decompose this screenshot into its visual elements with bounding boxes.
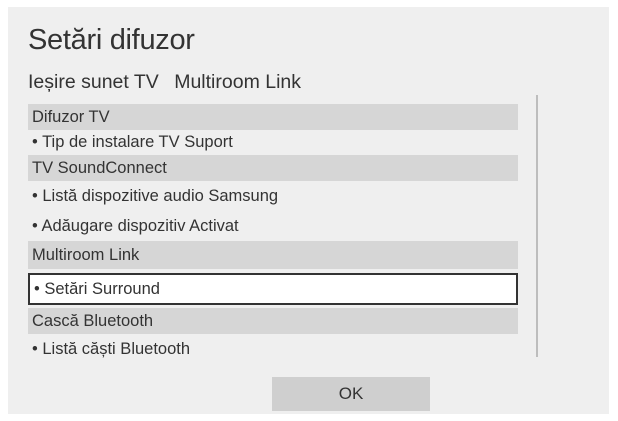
tab-tv-sound-output[interactable]: Ieșire sunet TV [28, 71, 159, 93]
tab-multiroom-link[interactable]: Multiroom Link [174, 71, 301, 93]
list-item-bluetooth-headphones-list[interactable]: • Listă căști Bluetooth [28, 334, 518, 364]
list-item-surround-settings[interactable]: • Setări Surround [28, 273, 518, 305]
section-header-bluetooth-headphones: Cască Bluetooth [28, 308, 518, 334]
section-header-tv-speaker: Difuzor TV [28, 104, 518, 130]
list-item-installation-type[interactable]: • Tip de instalare TV Suport [28, 130, 518, 155]
section-header-multiroom-link: Multiroom Link [28, 241, 518, 269]
settings-list: Difuzor TV • Tip de instalare TV Suport … [28, 104, 518, 364]
ok-button[interactable]: OK [272, 377, 430, 411]
dialog-title: Setări difuzor [28, 24, 195, 56]
scrollbar[interactable] [536, 95, 538, 357]
list-item-add-device[interactable]: • Adăugare dispozitiv Activat [28, 211, 518, 241]
tab-bar: Ieșire sunet TV Multiroom Link [28, 71, 311, 94]
speaker-settings-dialog: Setări difuzor Ieșire sunet TV Multiroom… [8, 7, 609, 414]
section-header-tv-soundconnect: TV SoundConnect [28, 155, 518, 181]
list-item-samsung-audio-devices[interactable]: • Listă dispozitive audio Samsung [28, 181, 518, 211]
